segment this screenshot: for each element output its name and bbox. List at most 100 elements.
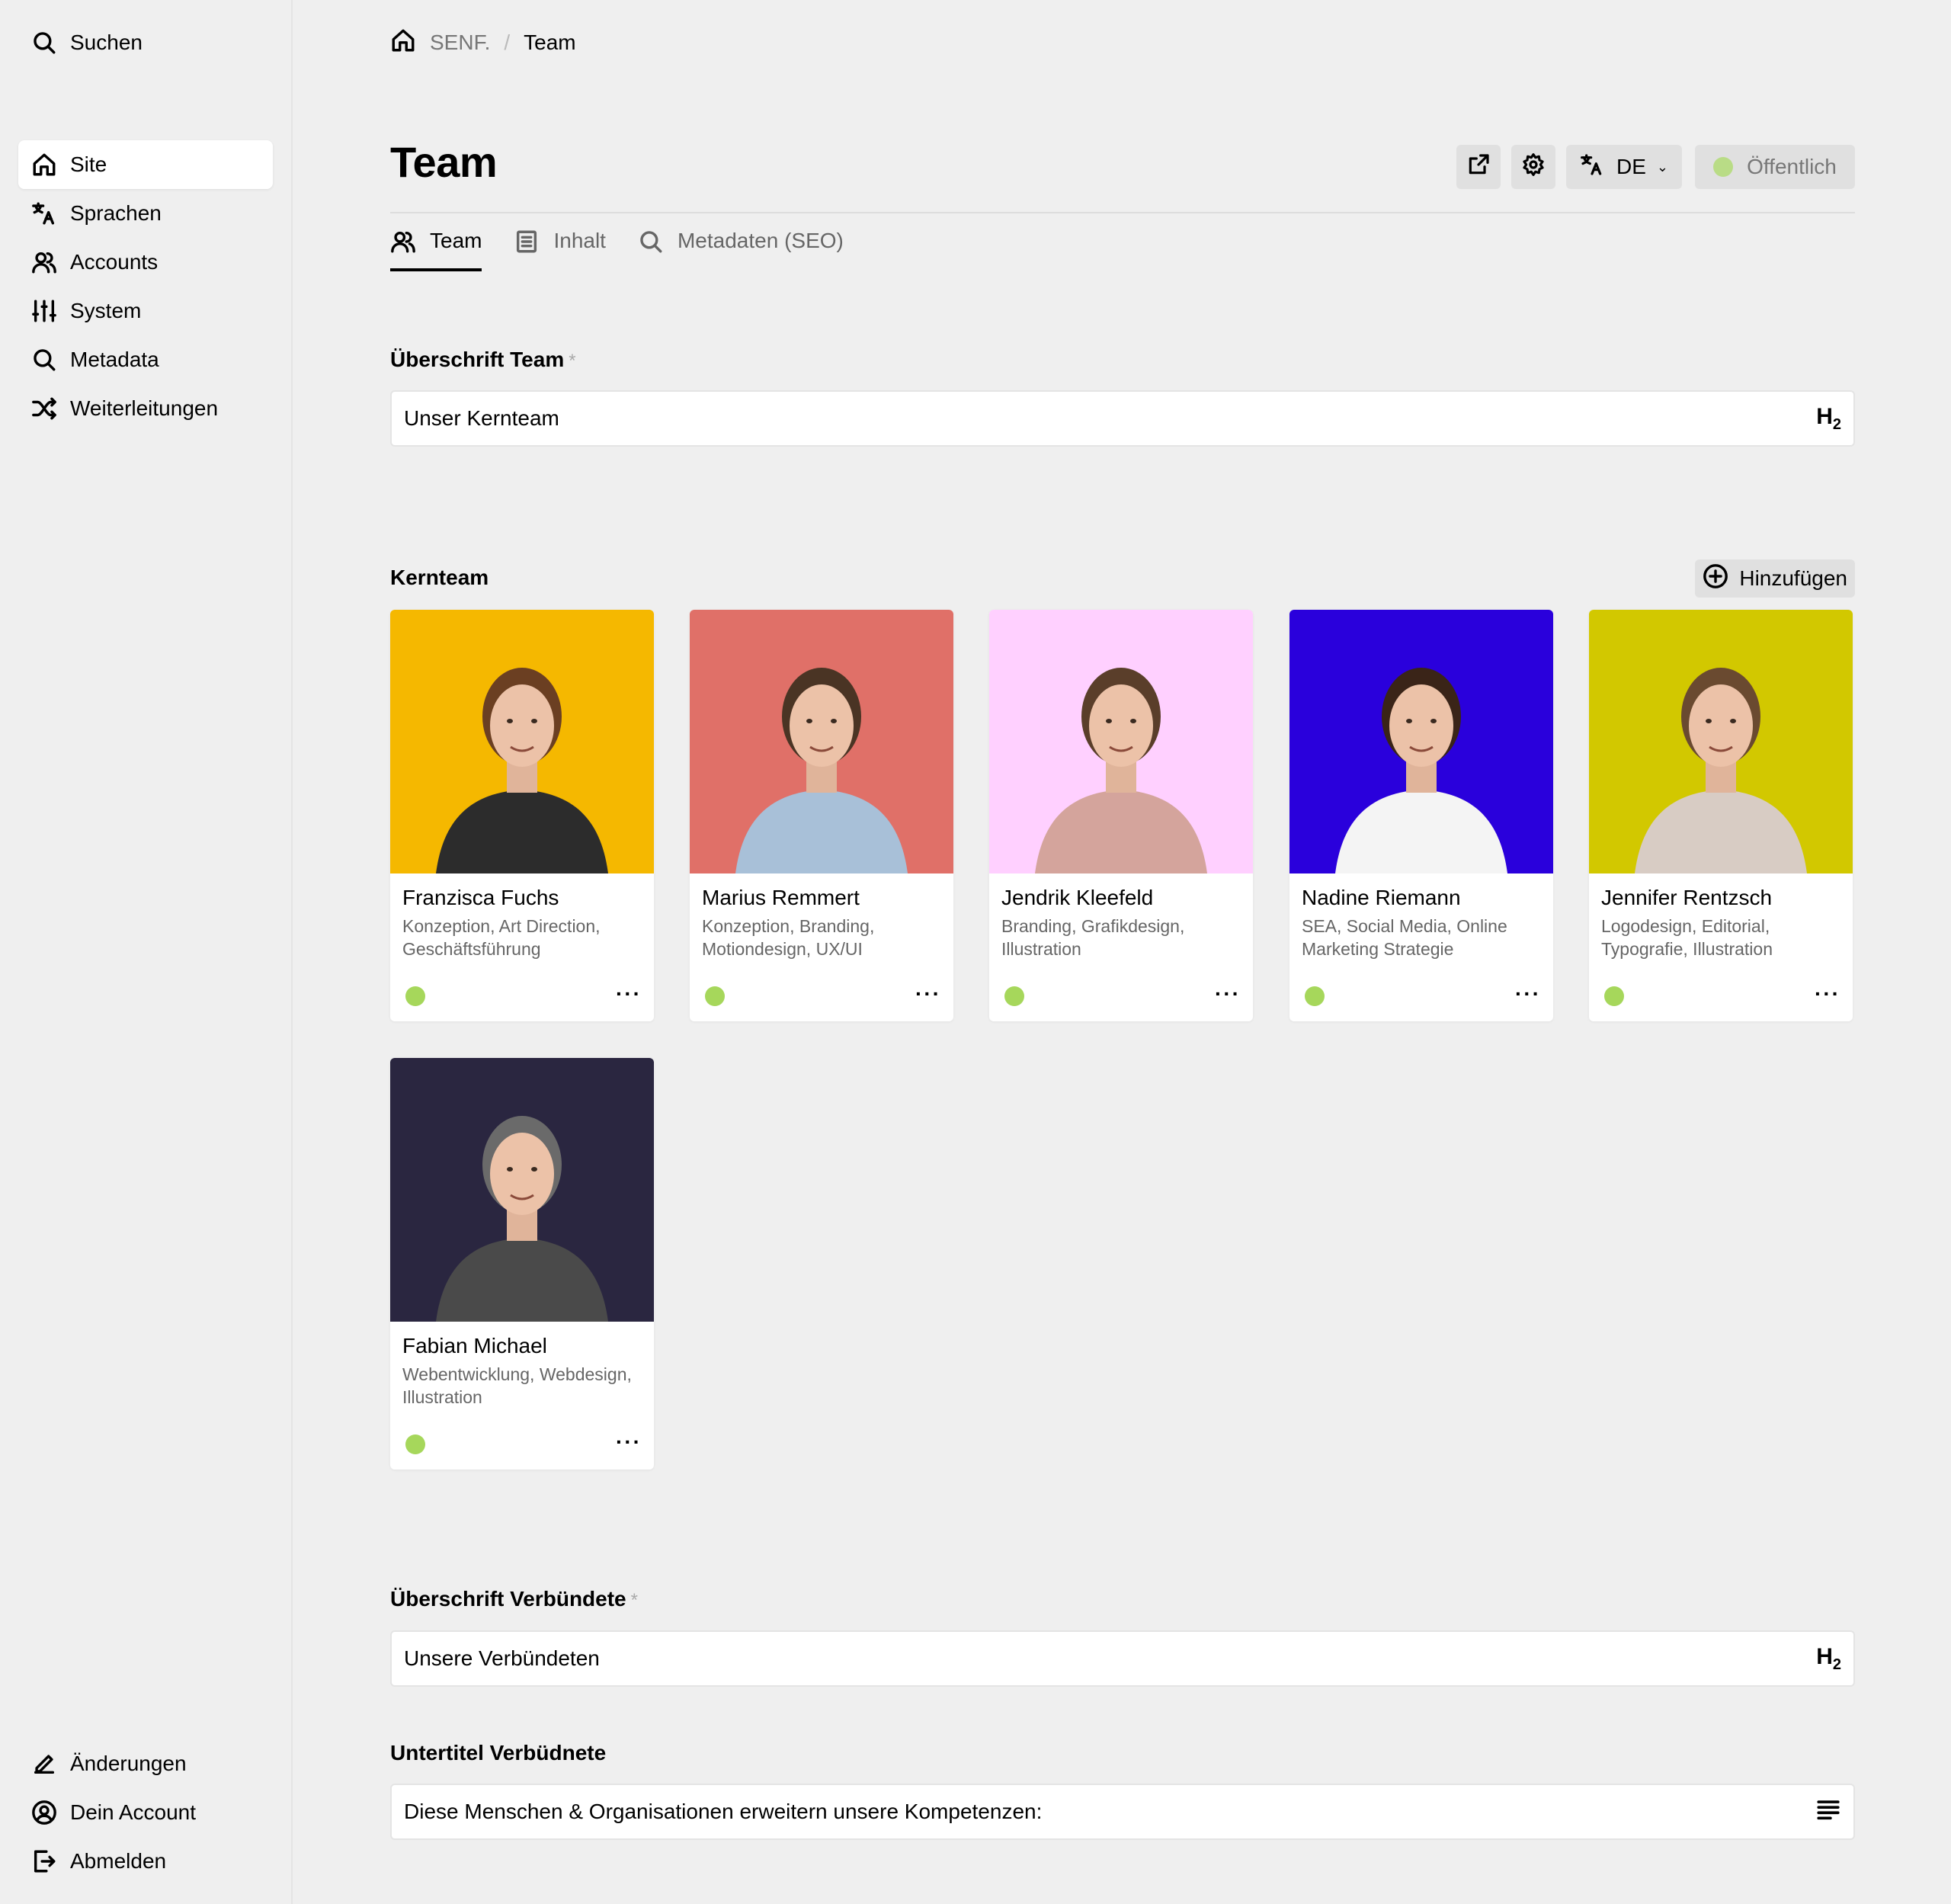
team-member-card[interactable]: Jennifer Rentzsch Logodesign, Editorial, … xyxy=(1589,610,1853,1021)
tab-label: Team xyxy=(430,229,482,252)
home-icon[interactable] xyxy=(390,27,430,59)
more-options-icon[interactable]: ··· xyxy=(616,982,642,1006)
sidebar-item-label: Site xyxy=(70,152,107,176)
more-options-icon[interactable]: ··· xyxy=(1815,982,1840,1006)
h2-icon[interactable]: H2 xyxy=(1816,1644,1841,1674)
member-photo xyxy=(390,1058,654,1322)
tab-inhalt[interactable]: Inhalt xyxy=(514,226,606,271)
sidebar: Suchen Site Sprachen Accounts System Met… xyxy=(0,0,293,1904)
sidebar-item-label: Abmelden xyxy=(70,1849,167,1873)
heading-allies-input[interactable]: Unsere Verbündeten H2 xyxy=(390,1630,1855,1687)
member-name: Marius Remmert xyxy=(702,886,860,909)
member-roles: Webentwicklung, Webdesign, Illustration xyxy=(402,1364,632,1407)
heading-team-label: Überschrift Team * xyxy=(390,348,576,372)
subtitle-allies-label: Untertitel Verbüdnete xyxy=(390,1741,607,1765)
team-member-card[interactable]: Nadine Riemann SEA, Social Media, Online … xyxy=(1289,610,1553,1021)
external-link-icon xyxy=(1466,152,1491,182)
status-dot xyxy=(405,986,425,1006)
sidebar-item-abmelden[interactable]: Abmelden xyxy=(18,1837,273,1886)
sidebar-item-label: System xyxy=(70,299,142,322)
breadcrumb-root[interactable]: SENF. xyxy=(430,30,490,55)
member-name: Fabian Michael xyxy=(402,1334,547,1357)
sidebar-item-label: Accounts xyxy=(70,250,159,274)
text-align-icon[interactable] xyxy=(1815,1797,1841,1828)
sidebar-item-system[interactable]: System xyxy=(18,287,273,335)
header-divider xyxy=(390,212,1855,213)
plus-circle-icon xyxy=(1703,563,1739,595)
required-mark: * xyxy=(630,1590,638,1611)
member-photo xyxy=(1589,610,1853,873)
tab-metadaten[interactable]: Metadaten (SEO) xyxy=(638,226,844,271)
sidebar-item-dein-account[interactable]: Dein Account xyxy=(18,1788,273,1837)
team-member-card[interactable]: Jendrik Kleefeld Branding, Grafikdesign, … xyxy=(989,610,1253,1021)
status-dot xyxy=(1305,986,1325,1006)
member-photo xyxy=(1289,610,1553,873)
team-member-card[interactable]: Fabian Michael Webentwicklung, Webdesign,… xyxy=(390,1058,654,1470)
heading-level-letter: H xyxy=(1816,403,1833,429)
h2-icon[interactable]: H2 xyxy=(1816,404,1841,434)
search-icon xyxy=(638,229,678,260)
sidebar-item-weiterleitungen[interactable]: Weiterleitungen xyxy=(18,384,273,433)
more-options-icon[interactable]: ··· xyxy=(616,1430,642,1454)
required-mark: * xyxy=(569,351,576,371)
member-roles: Logodesign, Editorial, Typografie, Illus… xyxy=(1601,916,1773,959)
sidebar-item-accounts[interactable]: Accounts xyxy=(18,238,273,287)
member-roles: Konzeption, Branding, Motiondesign, UX/U… xyxy=(702,916,875,959)
gear-icon xyxy=(1521,152,1546,182)
member-photo xyxy=(690,610,953,873)
pencil-icon xyxy=(30,1750,58,1777)
more-options-icon[interactable]: ··· xyxy=(1515,982,1541,1006)
language-value: DE xyxy=(1616,155,1646,178)
document-icon xyxy=(514,229,553,260)
tab-label: Inhalt xyxy=(553,229,606,252)
heading-team-input[interactable]: Unser Kernteam H2 xyxy=(390,390,1855,447)
member-name: Nadine Riemann xyxy=(1302,886,1461,909)
chevron-down-icon: ⌄ xyxy=(1656,159,1668,175)
team-member-card[interactable]: Marius Remmert Konzeption, Branding, Moti… xyxy=(690,610,953,1021)
language-select[interactable]: DE ⌄ xyxy=(1566,145,1682,189)
search-icon xyxy=(30,29,58,56)
sidebar-item-metadata[interactable]: Metadata xyxy=(18,335,273,384)
member-name: Franzisca Fuchs xyxy=(402,886,559,909)
home-icon xyxy=(30,151,58,178)
status-dot xyxy=(1713,157,1734,177)
sidebar-item-sprachen[interactable]: Sprachen xyxy=(18,189,273,238)
heading-allies-value: Unsere Verbündeten xyxy=(404,1646,600,1670)
page-title: Team xyxy=(390,138,498,186)
search-icon xyxy=(30,346,58,373)
member-name: Jennifer Rentzsch xyxy=(1601,886,1773,909)
status-label: Öffentlich xyxy=(1747,155,1837,178)
sidebar-search-label: Suchen xyxy=(70,30,143,54)
users-icon xyxy=(30,248,58,276)
add-member-label: Hinzufügen xyxy=(1739,566,1847,590)
member-photo xyxy=(390,610,654,873)
sidebar-item-aenderungen[interactable]: Änderungen xyxy=(18,1739,273,1788)
heading-team-value: Unser Kernteam xyxy=(404,406,559,430)
users-icon xyxy=(390,229,430,260)
shuffle-icon xyxy=(30,395,58,422)
status-dot xyxy=(705,986,725,1006)
core-team-label: Kernteam xyxy=(390,566,489,589)
sidebar-item-label: Sprachen xyxy=(70,201,162,225)
sidebar-item-site[interactable]: Site xyxy=(18,140,273,189)
sliders-icon xyxy=(30,297,58,325)
more-options-icon[interactable]: ··· xyxy=(915,982,941,1006)
more-options-icon[interactable]: ··· xyxy=(1215,982,1241,1006)
status-dot xyxy=(405,1434,425,1454)
open-external-button[interactable] xyxy=(1456,145,1501,189)
logout-icon xyxy=(30,1848,58,1875)
member-name: Jendrik Kleefeld xyxy=(1001,886,1154,909)
add-member-button[interactable]: Hinzufügen xyxy=(1695,559,1855,598)
member-roles: Branding, Grafikdesign, Illustration xyxy=(1001,916,1185,959)
sidebar-search[interactable]: Suchen xyxy=(18,18,273,67)
tab-team[interactable]: Team xyxy=(390,226,482,271)
tab-bar: Team Inhalt Metadaten (SEO) xyxy=(390,226,876,271)
team-member-card[interactable]: Franzisca Fuchs Konzeption, Art Direction… xyxy=(390,610,654,1021)
translate-icon xyxy=(1580,152,1604,182)
sidebar-item-label: Metadata xyxy=(70,348,159,371)
member-roles: Konzeption, Art Direction, Geschäftsführ… xyxy=(402,916,601,959)
subtitle-allies-input[interactable]: Diese Menschen & Organisationen erweiter… xyxy=(390,1784,1855,1840)
breadcrumb: SENF. / Team xyxy=(390,26,576,59)
settings-button[interactable] xyxy=(1511,145,1555,189)
status-button[interactable]: Öffentlich xyxy=(1695,145,1855,189)
